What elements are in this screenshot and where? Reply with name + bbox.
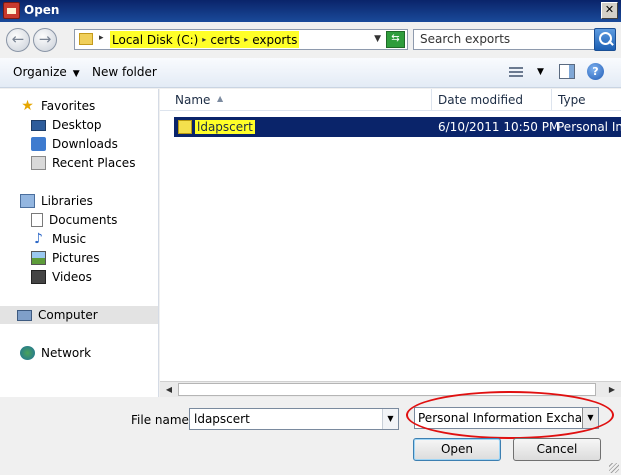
app-icon — [3, 2, 20, 19]
nav-item-favorites[interactable]: ★ Favorites — [20, 97, 95, 115]
refresh-button[interactable]: ⇆ — [386, 31, 405, 48]
help-icon[interactable]: ? — [587, 63, 604, 80]
chevron-down-icon[interactable]: ▼ — [374, 34, 381, 44]
file-type-select[interactable]: Personal Information Exchange ▼ — [414, 407, 599, 429]
nav-item-videos[interactable]: Videos — [31, 268, 92, 286]
back-button[interactable]: ← — [6, 28, 30, 52]
preview-pane-icon[interactable] — [559, 64, 575, 79]
view-details-icon[interactable] — [509, 65, 523, 78]
chevron-right-icon[interactable]: ▸ — [201, 35, 207, 44]
desktop-icon — [31, 119, 46, 131]
file-name-value: ldapscert — [194, 412, 250, 426]
network-icon — [20, 346, 35, 360]
new-folder-button[interactable]: New folder — [92, 65, 157, 79]
libraries-icon — [20, 194, 35, 208]
forward-arrow-icon: → — [38, 30, 52, 48]
column-header-date-modified[interactable]: Date modified — [432, 89, 552, 111]
window-title: Open — [24, 3, 60, 17]
nav-item-documents[interactable]: Documents — [31, 211, 117, 229]
breadcrumb-item-local-disk[interactable]: Local Disk (C:) — [112, 33, 198, 47]
file-name: ldapscert — [195, 120, 255, 134]
forward-button[interactable]: → — [33, 28, 57, 52]
open-dialog: Open ✕ ← → ▸ Local Disk (C:) ▸ certs ▸ e… — [0, 0, 621, 475]
file-name-cell: ldapscert — [178, 119, 255, 135]
organize-label: Organize — [13, 65, 67, 79]
nav-item-desktop[interactable]: Desktop — [31, 116, 102, 134]
nav-item-music[interactable]: ♪ Music — [31, 230, 86, 248]
back-arrow-icon: ← — [11, 30, 25, 48]
open-button[interactable]: Open — [413, 438, 501, 461]
breadcrumb: Local Disk (C:) ▸ certs ▸ exports — [110, 31, 300, 48]
file-name-input[interactable]: ldapscert ▼ — [189, 408, 399, 430]
chevron-down-icon[interactable]: ▼ — [537, 67, 544, 77]
command-bar: Organize ▼ New folder ▼ ? — [0, 58, 621, 88]
close-button[interactable]: ✕ — [601, 2, 618, 19]
nav-label: Downloads — [52, 137, 118, 151]
resize-grip-icon[interactable] — [609, 463, 619, 473]
nav-label: Network — [41, 346, 92, 360]
search-icon[interactable] — [594, 28, 616, 51]
recent-places-icon — [31, 156, 46, 170]
address-bar[interactable]: ▸ Local Disk (C:) ▸ certs ▸ exports ▼ ⇆ — [74, 29, 408, 50]
nav-label: Libraries — [41, 194, 93, 208]
chevron-right-icon[interactable]: ▸ — [243, 35, 249, 44]
nav-item-recent-places[interactable]: Recent Places — [31, 154, 135, 172]
breadcrumb-item-certs[interactable]: certs — [210, 33, 240, 47]
nav-label: Pictures — [52, 251, 100, 265]
column-header-row: Name ▲ Date modified Type — [160, 89, 621, 111]
chevron-down-icon[interactable]: ▼ — [382, 409, 398, 429]
star-icon: ★ — [21, 98, 34, 114]
nav-item-network[interactable]: Network — [20, 344, 91, 362]
nav-label: Documents — [49, 213, 118, 227]
dialog-footer: File name: ldapscert ▼ Personal Informat… — [0, 391, 621, 475]
horizontal-scrollbar[interactable]: ◀ ▶ — [160, 381, 621, 397]
breadcrumb-item-exports[interactable]: exports — [252, 33, 297, 47]
downloads-icon — [31, 137, 46, 151]
nav-item-computer[interactable]: Computer — [0, 306, 158, 324]
chevron-down-icon[interactable]: ▼ — [582, 408, 598, 428]
videos-icon — [31, 270, 46, 284]
scroll-right-icon[interactable]: ▶ — [604, 383, 620, 397]
organize-button[interactable]: Organize ▼ — [13, 65, 80, 79]
folder-icon — [79, 33, 93, 45]
scrollbar-thumb[interactable] — [178, 383, 596, 396]
sort-ascending-icon: ▲ — [217, 94, 224, 103]
chevron-right-icon[interactable]: ▸ — [99, 33, 104, 43]
nav-label: Desktop — [52, 118, 102, 132]
search-input[interactable]: Search exports — [413, 29, 595, 50]
column-label: Name — [175, 93, 211, 107]
certificate-file-icon — [178, 120, 192, 134]
navigation-pane: ★ Favorites Desktop Downloads Recent Pla… — [0, 89, 159, 397]
cancel-button[interactable]: Cancel — [513, 438, 601, 461]
nav-label: Music — [52, 232, 87, 246]
nav-label: Videos — [52, 270, 92, 284]
documents-icon — [31, 213, 43, 227]
file-list: Name ▲ Date modified Type ldapscert 6/10… — [160, 89, 621, 381]
file-date-modified: 6/10/2011 10:50 PM — [438, 120, 560, 134]
pictures-icon — [31, 251, 46, 265]
music-icon: ♪ — [34, 231, 43, 247]
nav-item-libraries[interactable]: Libraries — [20, 192, 93, 210]
scroll-left-icon[interactable]: ◀ — [161, 383, 177, 397]
nav-item-downloads[interactable]: Downloads — [31, 135, 118, 153]
nav-label: Favorites — [41, 99, 96, 113]
column-header-name[interactable]: Name ▲ — [169, 89, 432, 111]
computer-icon — [17, 309, 32, 321]
nav-label: Computer — [38, 308, 98, 322]
column-header-type[interactable]: Type — [552, 89, 621, 111]
nav-label: Recent Places — [52, 156, 136, 170]
chevron-down-icon: ▼ — [72, 69, 80, 79]
nav-item-pictures[interactable]: Pictures — [31, 249, 100, 267]
file-type-value: Personal Information Exchange — [418, 411, 599, 425]
file-row-selected[interactable]: ldapscert 6/10/2011 10:50 PM Personal In… — [174, 117, 621, 137]
title-bar[interactable]: Open ✕ — [0, 0, 621, 22]
file-name-label: File name: — [131, 413, 193, 427]
file-type: Personal Info — [557, 120, 621, 134]
refresh-icon: ⇆ — [391, 33, 400, 44]
